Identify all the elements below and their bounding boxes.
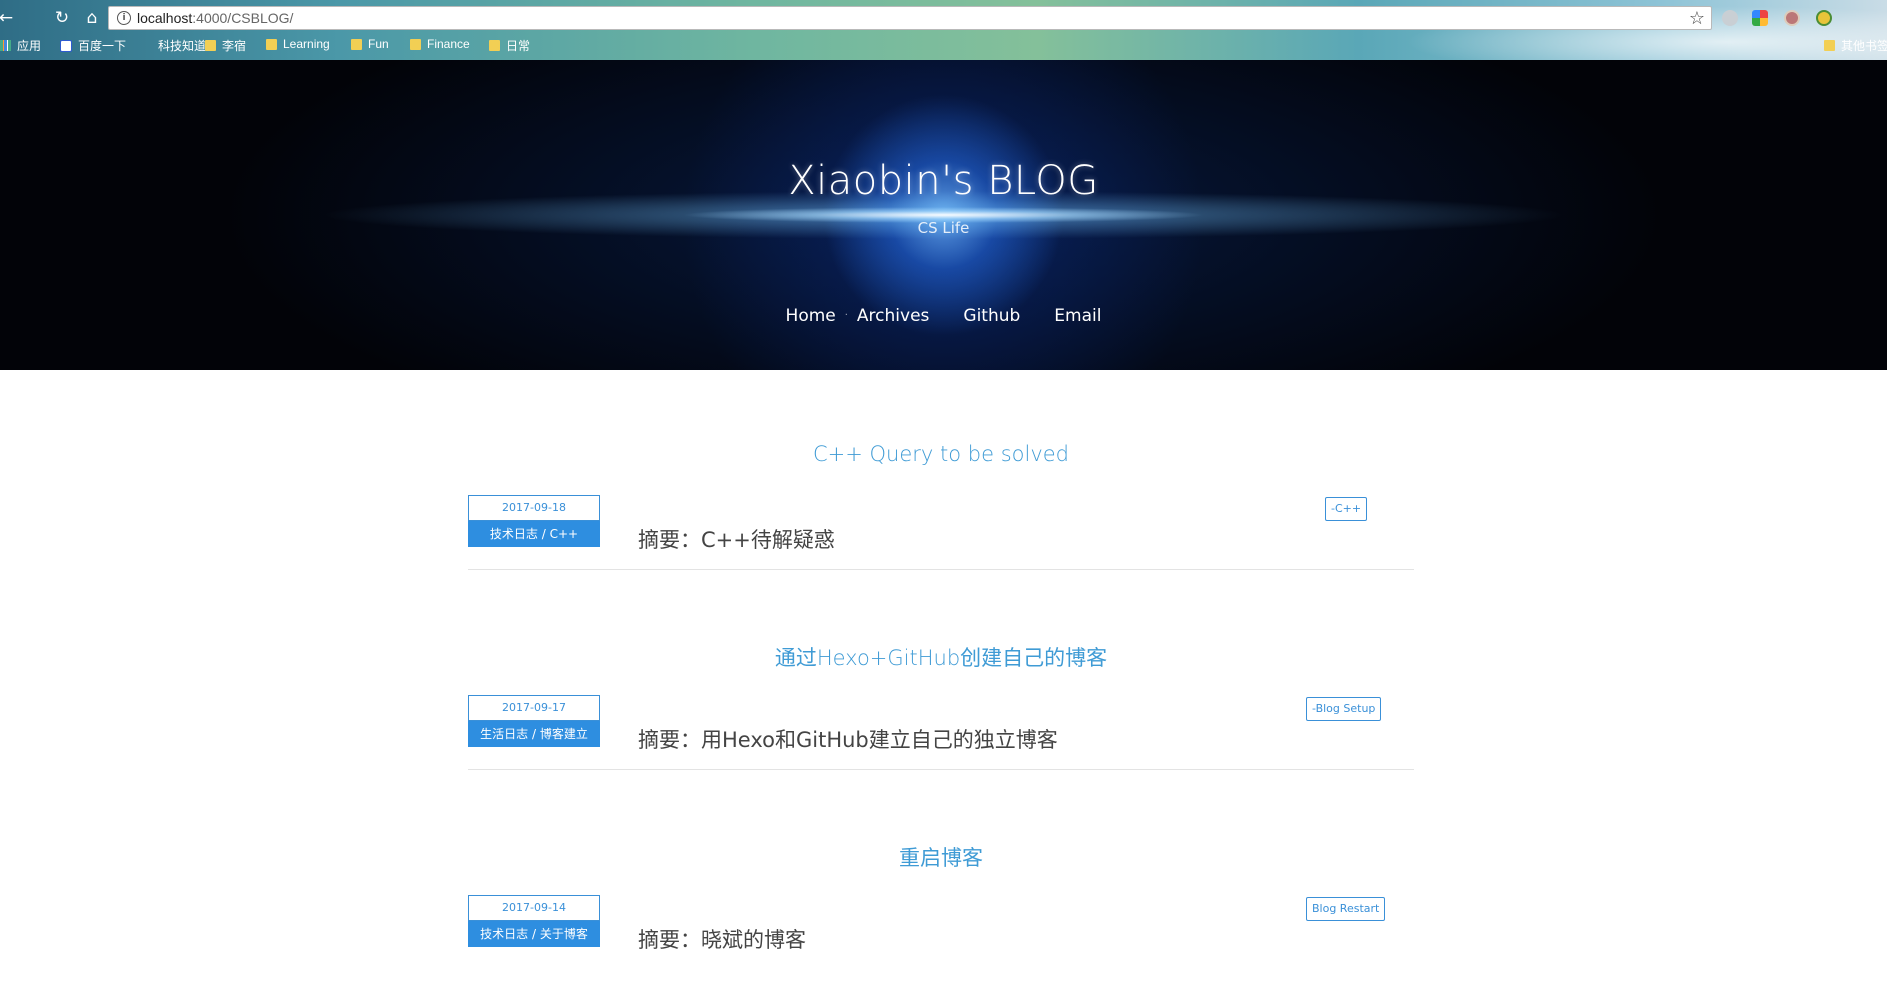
bookmark-folder[interactable]: 李宿 (205, 37, 246, 54)
site-title[interactable]: Xiaobin's BLOG (0, 158, 1887, 204)
post-item: C++ Query to be solved 2017-09-18 技术日志 /… (468, 370, 1414, 570)
address-bar[interactable]: i localhost:4000/CSBLOG/ ☆ (108, 6, 1712, 30)
back-arrow-icon[interactable]: ← (0, 6, 18, 30)
folder-icon (351, 38, 362, 50)
baidu-paw-icon (60, 39, 72, 52)
bookmark-folder-daily[interactable]: 日常 (489, 37, 530, 54)
bookmark-baidu[interactable]: 百度一下 (60, 37, 126, 54)
post-title[interactable]: 重启博客 (468, 842, 1414, 872)
post-date: 2017-09-14 (468, 895, 600, 921)
post-summary: 摘要：用Hexo和GitHub建立自己的独立博客 (638, 728, 1058, 752)
post-tag[interactable]: -C++ (1325, 497, 1368, 521)
folder-icon (205, 40, 216, 51)
bookmark-folder-finance[interactable]: Finance (410, 37, 470, 51)
extension-icon[interactable] (1816, 10, 1832, 26)
site-subtitle: CS Life (917, 219, 970, 237)
post-summary: 摘要：晓斌的博客 (638, 928, 806, 952)
extension-icon[interactable] (1752, 10, 1768, 26)
url-host: localhost (137, 10, 193, 26)
post-date: 2017-09-17 (468, 695, 600, 721)
post-title[interactable]: C++ Query to be solved (468, 442, 1414, 466)
post-item: 重启博客 2017-09-14 技术日志 / 关于博客 摘要：晓斌的博客 Blo… (468, 770, 1414, 970)
extension-icon[interactable] (1784, 10, 1800, 26)
bookmark-folder-fun[interactable]: Fun (351, 37, 389, 51)
site-info-icon[interactable]: i (117, 11, 131, 25)
site-header: Xiaobin's BLOG CS Life Home · Archives G… (0, 60, 1887, 370)
browser-chrome: ← ↻ ⌂ i localhost:4000/CSBLOG/ ☆ 应用 百度一下… (0, 0, 1887, 60)
main-nav: Home · Archives Github Email (0, 306, 1887, 326)
post-date: 2017-09-18 (468, 495, 600, 521)
url-path: :4000/CSBLOG/ (192, 10, 294, 26)
bookmarks-bar: 应用 百度一下 科技知道 李宿 Learning Fun Finance 日常 … (0, 36, 1887, 56)
post-tag[interactable]: Blog Restart (1306, 897, 1386, 921)
home-icon[interactable]: ⌂ (80, 6, 104, 30)
bookmark-folder-learning[interactable]: Learning (266, 37, 330, 51)
folder-icon (1824, 40, 1835, 51)
nav-github-link[interactable]: Github (946, 306, 1037, 326)
folder-icon (489, 40, 500, 51)
bookmark-star-icon[interactable]: ☆ (1689, 8, 1705, 29)
reload-icon[interactable]: ↻ (50, 6, 74, 30)
post-summary: 摘要：C++待解疑惑 (638, 528, 835, 552)
post-tag[interactable]: -Blog Setup (1306, 697, 1382, 721)
folder-icon (410, 38, 421, 50)
post-list: C++ Query to be solved 2017-09-18 技术日志 /… (468, 370, 1414, 970)
post-title[interactable]: 通过Hexo+GitHub创建自己的博客 (468, 642, 1414, 672)
bookmark-kejizhidao[interactable]: 科技知道 (141, 37, 206, 54)
extension-icon[interactable] (1722, 10, 1738, 26)
post-item: 通过Hexo+GitHub创建自己的博客 2017-09-17 生活日志 / 博… (468, 570, 1414, 770)
folder-icon (266, 38, 277, 50)
post-category[interactable]: 技术日志 / C++ (468, 521, 600, 547)
bookmark-folder-other[interactable]: 其他书签 (1824, 37, 1887, 54)
url-text[interactable]: localhost:4000/CSBLOG/ (137, 10, 293, 26)
post-category[interactable]: 生活日志 / 博客建立 (468, 721, 600, 747)
bookmark-apps[interactable]: 应用 (0, 37, 41, 54)
post-category[interactable]: 技术日志 / 关于博客 (468, 921, 600, 947)
nav-archives-link[interactable]: Archives (840, 306, 946, 326)
apps-grid-icon (0, 40, 11, 51)
nav-email-link[interactable]: Email (1037, 306, 1118, 326)
